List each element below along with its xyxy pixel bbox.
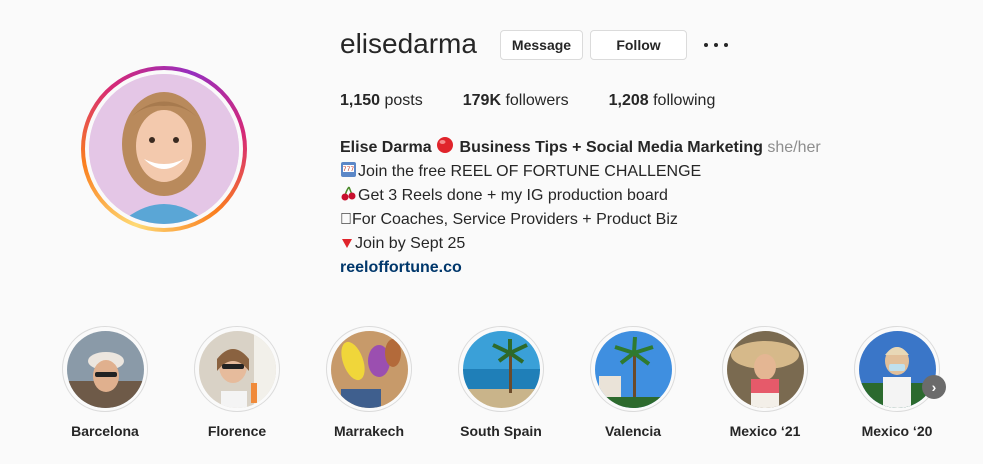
story-highlights: Barcelona Florence Marrakech South Spain… [0,326,983,456]
highlight-cover [66,330,144,408]
highlight-cover-image [594,330,672,408]
highlight-mexico-21[interactable]: Mexico ‘21 [705,326,825,439]
posts-count: 1,150 posts [340,92,423,110]
more-dot [714,43,718,47]
slot-machine-icon: 777 [341,162,356,177]
highlight-cover [462,330,540,408]
highlight-label: Mexico ‘20 [861,423,933,439]
posts-value: 1,150 [340,92,381,109]
posts-label: posts [384,92,423,109]
bio-line-4: Join by Sept 25 [340,232,821,256]
highlight-label: Mexico ‘21 [729,423,801,439]
bio-headline: Business Tips + Social Media Marketing [459,139,763,156]
highlight-ring [62,326,148,412]
bio-link-line: reeloffortune.co [340,256,821,280]
bio-line-3: For Coaches, Service Providers + Produc… [340,208,821,232]
highlight-ring [326,326,412,412]
highlight-cover-image [726,330,804,408]
highlight-florence[interactable]: Florence [177,326,297,439]
followers-value: 179K [462,92,501,109]
highlight-cover [594,330,672,408]
highlight-cover [198,330,276,408]
bio-line-1: 777 Join the free REEL OF FORTUNE CHALLE… [340,160,821,184]
profile-stats: 1,150 posts 179K followers 1,208 followi… [340,92,755,110]
bio-line-3-text: For Coaches, Service Providers + Produc… [340,211,678,228]
bio-line-4-text: Join by Sept 25 [355,235,466,252]
bio-line-1-text: Join the free REEL OF FORTUNE CHALLENGE [358,163,702,180]
highlight-ring [590,326,676,412]
highlight-ring [722,326,808,412]
profile-avatar-ring[interactable] [81,66,247,232]
chevron-right-icon[interactable]: › [922,375,946,399]
highlight-marrakech[interactable]: Marrakech [309,326,429,439]
bio-link[interactable]: reeloffortune.co [340,259,462,276]
highlight-label: Valencia [604,423,662,439]
svg-text:777: 777 [343,166,355,173]
followers-count[interactable]: 179K followers [463,92,569,110]
follow-button[interactable]: Follow [590,30,687,60]
bio-line-2: Get 3 Reels done + my IG production boar… [340,184,821,208]
highlight-label: Marrakech [333,423,405,439]
red-triangle-down-icon [342,239,352,248]
bio-line-2-text: Get 3 Reels done + my IG production boar… [358,187,668,204]
bio-name: Elise Darma [340,139,432,156]
highlight-barcelona[interactable]: Barcelona [45,326,165,439]
following-label: following [653,92,716,109]
following-count[interactable]: 1,208 following [609,92,716,110]
highlight-cover-image [66,330,144,408]
following-value: 1,208 [608,92,649,109]
highlight-cover-image [858,330,936,408]
more-dot [704,43,708,47]
avatar-photo [89,74,239,224]
highlight-cover [330,330,408,408]
cherries-icon [341,186,356,201]
highlight-cover [726,330,804,408]
highlight-label: Florence [207,423,267,439]
profile-username: elisedarma [340,28,477,59]
followers-label: followers [505,92,569,109]
highlight-ring [194,326,280,412]
message-button[interactable]: Message [500,30,583,60]
highlight-cover-image [330,330,408,408]
profile-bio: Elise Darma Business Tips + Social Media… [340,136,821,280]
more-dot [724,43,728,47]
highlight-cover-image [462,330,540,408]
highlight-south-spain[interactable]: South Spain [441,326,561,439]
highlight-cover-image [198,330,276,408]
red-circle-icon [437,137,454,153]
highlight-ring [854,326,940,412]
highlight-ring [458,326,544,412]
bio-pronouns: she/her [767,139,821,156]
highlight-valencia[interactable]: Valencia [573,326,693,439]
highlight-label: Barcelona [71,423,139,439]
bio-name-line: Elise Darma Business Tips + Social Media… [340,136,821,160]
more-horizontal-icon[interactable] [704,36,728,54]
avatar-gap [85,70,243,228]
highlight-cover [858,330,936,408]
highlight-label: South Spain [460,423,542,439]
avatar[interactable] [89,74,239,224]
